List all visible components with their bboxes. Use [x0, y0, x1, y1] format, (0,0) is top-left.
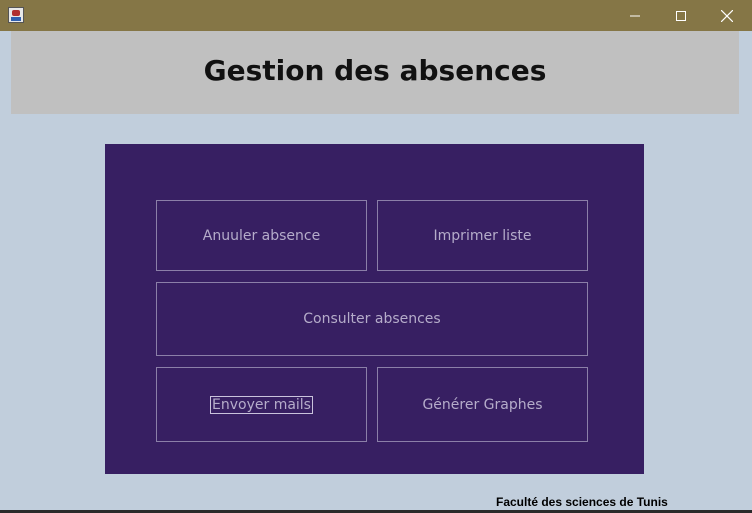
actions-panel: Anuuler absence Imprimer liste Consulter… [105, 144, 644, 474]
institution-label: Faculté des sciences de Tunis [496, 495, 668, 509]
cancel-absence-label: Anuuler absence [202, 227, 321, 244]
send-mails-button[interactable]: Envoyer mails [156, 367, 367, 442]
app-window: Gestion des absences Anuuler absence Imp… [0, 0, 752, 510]
print-list-label: Imprimer liste [433, 227, 532, 244]
view-absences-label: Consulter absences [303, 311, 441, 327]
close-icon [721, 9, 733, 22]
minimize-button[interactable] [612, 0, 658, 31]
send-mails-label: Envoyer mails [210, 395, 313, 414]
title-bar[interactable] [0, 0, 752, 31]
java-app-icon[interactable] [8, 7, 24, 23]
page-title: Gestion des absences [203, 54, 547, 87]
generate-charts-button[interactable]: Générer Graphes [377, 367, 588, 442]
view-absences-button[interactable]: Consulter absences [156, 282, 588, 356]
header-banner: Gestion des absences [11, 31, 739, 114]
close-button[interactable] [704, 0, 750, 31]
print-list-button[interactable]: Imprimer liste [377, 200, 588, 271]
generate-charts-label: Générer Graphes [422, 396, 543, 413]
cancel-absence-button[interactable]: Anuuler absence [156, 200, 367, 271]
maximize-icon [676, 10, 686, 21]
maximize-button[interactable] [658, 0, 704, 31]
minimize-icon [630, 15, 640, 16]
